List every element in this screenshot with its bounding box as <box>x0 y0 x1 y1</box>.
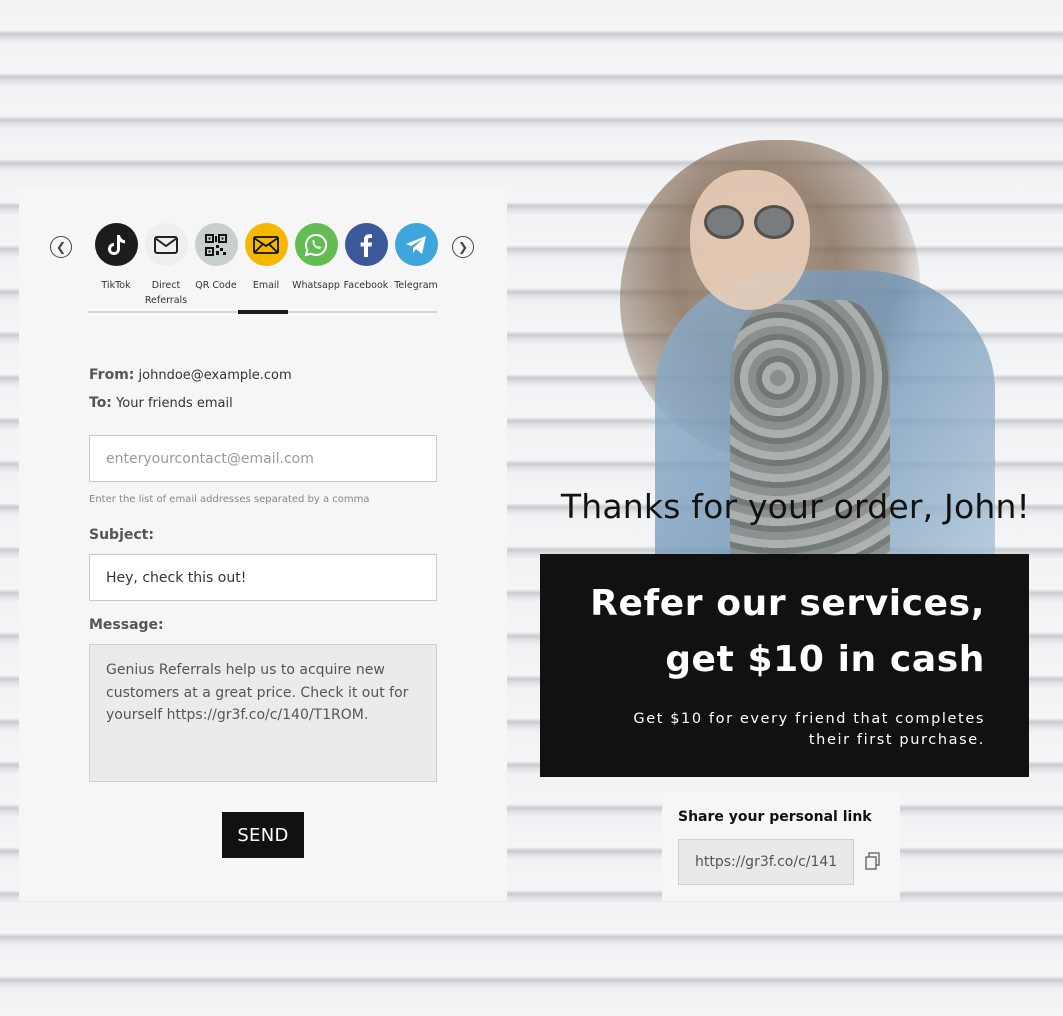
share-item-label: Whatsapp <box>292 280 340 291</box>
from-label: From: <box>89 367 135 383</box>
email-share-form: From: johndoe@example.com To: Your frien… <box>89 361 437 782</box>
carousel-next-button[interactable]: ❯ <box>452 236 474 258</box>
qr-code-icon <box>194 223 238 266</box>
subject-input[interactable]: Hey, check this out! <box>89 554 437 601</box>
tiktok-icon <box>94 223 138 266</box>
share-item-tiktok[interactable]: TikTok <box>91 223 141 308</box>
envelope-icon <box>244 223 288 266</box>
active-tab-indicator <box>238 310 288 314</box>
share-item-label: QR Code <box>195 280 237 291</box>
personal-link-box: Share your personal link https://gr3f.co… <box>662 792 900 901</box>
share-item-label: TikTok <box>101 280 131 291</box>
promo-banner: Refer our services, get $10 in cash Get … <box>540 554 1029 777</box>
photo-sunglasses <box>700 205 800 241</box>
to-line: To: Your friends email <box>89 389 437 418</box>
send-button[interactable]: SEND <box>222 812 304 858</box>
promo-subtext: Get $10 for every friend that completes … <box>633 711 985 748</box>
telegram-icon <box>394 223 438 266</box>
share-item-qr-code[interactable]: QR Code <box>191 223 241 308</box>
personal-link-input[interactable]: https://gr3f.co/c/141 <box>678 839 854 885</box>
share-item-telegram[interactable]: Telegram <box>391 223 441 308</box>
chevron-right-icon: ❯ <box>457 240 469 254</box>
share-item-whatsapp[interactable]: Whatsapp <box>291 223 341 308</box>
promo-headline: Refer our services, get $10 in cash <box>590 576 985 688</box>
message-label: Message: <box>89 617 164 633</box>
share-item-direct-referrals[interactable]: Direct Referrals <box>141 223 191 308</box>
share-item-label: Direct Referrals <box>144 280 188 306</box>
from-value: johndoe@example.com <box>138 368 292 383</box>
share-item-label: Facebook <box>343 280 389 291</box>
promo-headline-line1: Refer our services, <box>590 583 985 624</box>
to-value: Your friends email <box>116 396 233 411</box>
personal-link-title: Share your personal link <box>678 809 872 825</box>
envelope-icon <box>144 223 188 266</box>
recipient-email-input[interactable]: enteryourcontact@email.com <box>89 435 437 482</box>
share-item-facebook[interactable]: Facebook <box>341 223 391 308</box>
referral-panel: ❮ TikTok Direct Referrals QR Code Email … <box>19 187 507 901</box>
whatsapp-icon <box>294 223 338 266</box>
to-label: To: <box>89 395 112 411</box>
share-item-email[interactable]: Email <box>241 223 291 308</box>
thanks-heading: Thanks for your order, John! <box>560 487 1030 526</box>
copy-icon[interactable] <box>865 852 881 870</box>
share-item-label: Email <box>252 280 280 291</box>
message-textarea[interactable]: Genius Referrals help us to acquire new … <box>89 644 437 782</box>
recipient-hint: Enter the list of email addresses separa… <box>89 494 370 505</box>
from-line: From: johndoe@example.com <box>89 361 437 390</box>
chevron-left-icon: ❮ <box>55 240 67 254</box>
carousel-prev-button[interactable]: ❮ <box>50 236 72 258</box>
promo-headline-line2: get $10 in cash <box>665 639 985 680</box>
share-channel-carousel: ❮ TikTok Direct Referrals QR Code Email … <box>49 223 479 313</box>
share-item-label: Telegram <box>394 280 438 291</box>
subject-label: Subject: <box>89 527 154 543</box>
facebook-icon <box>344 223 388 266</box>
share-channel-list: TikTok Direct Referrals QR Code Email Wh… <box>91 223 441 308</box>
